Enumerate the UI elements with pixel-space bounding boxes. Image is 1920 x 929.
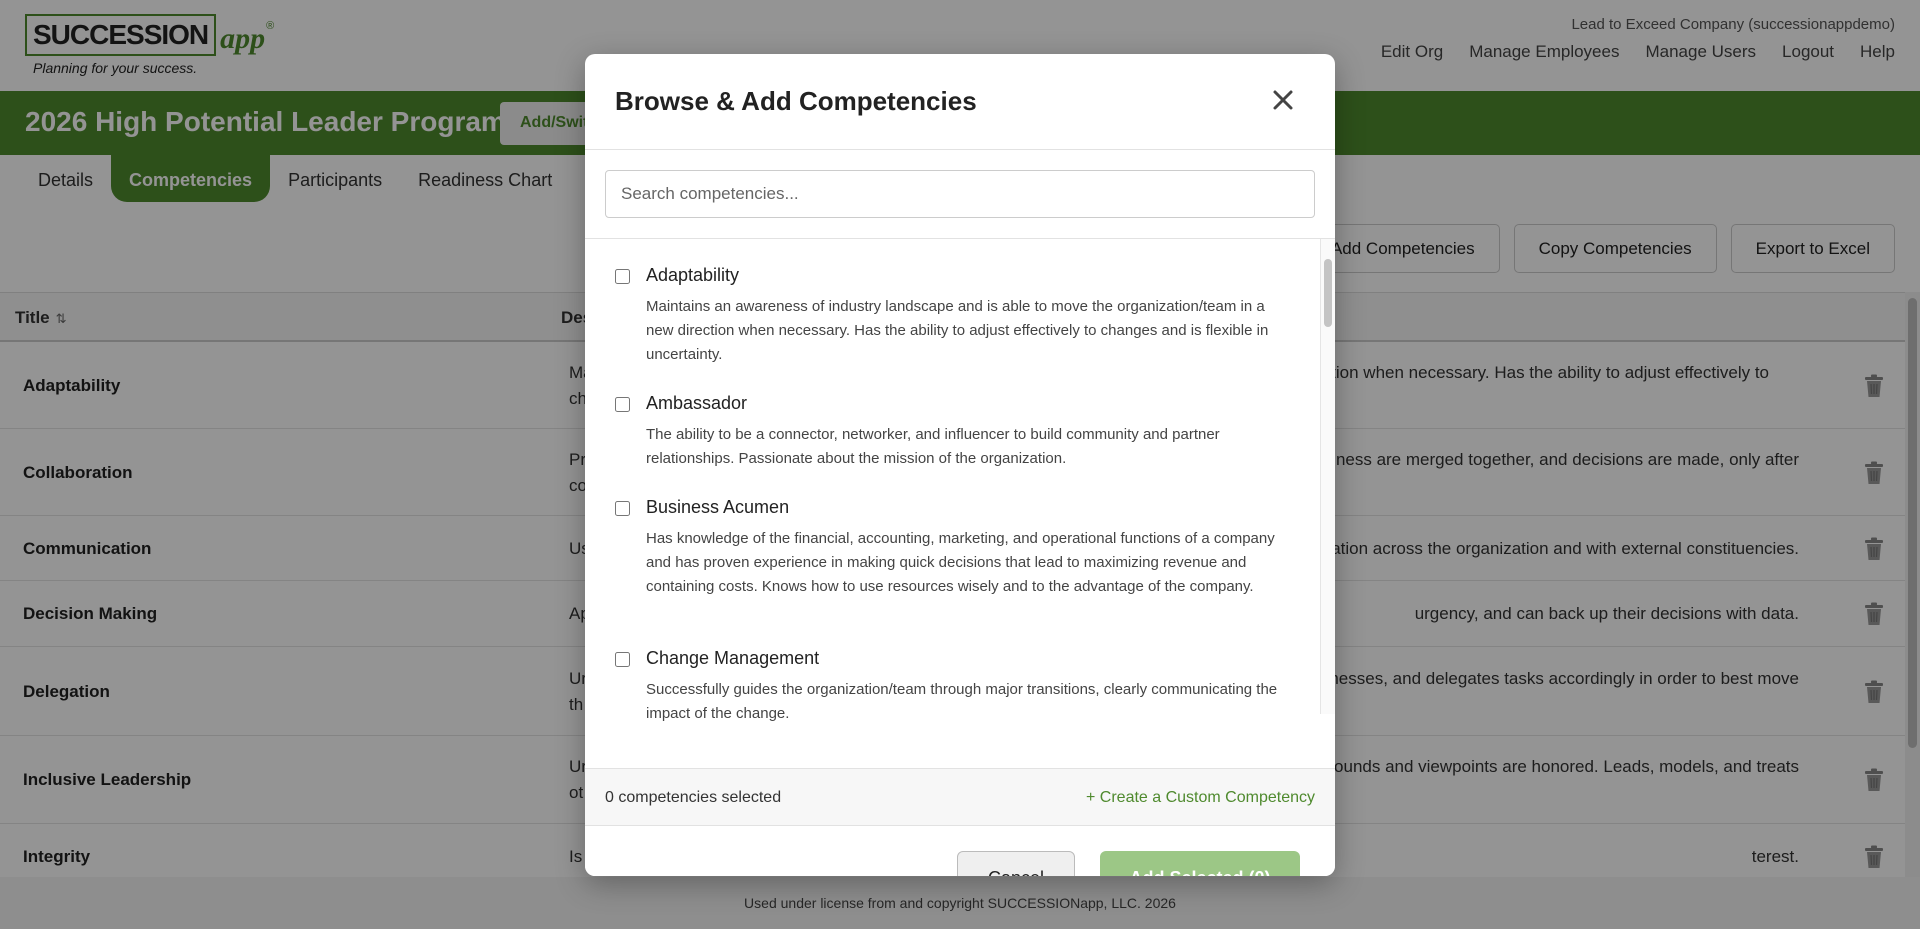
browse-competencies-modal: Browse & Add Competencies Adaptability M…	[585, 54, 1335, 876]
create-custom-competency-link[interactable]: + Create a Custom Competency	[1086, 789, 1315, 807]
competency-description: Has knowledge of the financial, accounti…	[646, 530, 1275, 595]
competency-checkbox[interactable]	[615, 652, 630, 667]
list-scrollbar[interactable]	[1320, 239, 1335, 714]
competency-name: Change Management	[646, 648, 820, 668]
competency-checkbox[interactable]	[615, 269, 630, 284]
add-selected-button[interactable]: Add Selected (0)	[1100, 851, 1300, 876]
competency-list: Adaptability Maintains an awareness of i…	[585, 239, 1335, 768]
competency-name: Business Acumen	[646, 497, 790, 517]
selected-count: 0 competencies selected	[605, 789, 782, 806]
modal-footer: Cancel Add Selected (0)	[585, 826, 1335, 876]
competency-description: Successfully guides the organization/tea…	[646, 681, 1278, 722]
competency-search-input[interactable]	[605, 170, 1315, 218]
selection-bar: 0 competencies selected + Create a Custo…	[585, 768, 1335, 826]
competency-name: Ambassador	[646, 393, 748, 413]
competency-checkbox[interactable]	[615, 501, 630, 516]
competency-checkbox[interactable]	[615, 397, 630, 412]
close-icon[interactable]	[1269, 86, 1297, 114]
competency-description: The ability to be a connector, networker…	[646, 426, 1220, 467]
list-scroll-thumb[interactable]	[1324, 259, 1332, 327]
modal-header: Browse & Add Competencies	[585, 54, 1335, 150]
competency-name: Adaptability	[646, 265, 740, 285]
cancel-button[interactable]: Cancel	[957, 851, 1075, 876]
modal-title: Browse & Add Competencies	[615, 86, 977, 116]
competency-description: Maintains an awareness of industry lands…	[646, 298, 1269, 363]
